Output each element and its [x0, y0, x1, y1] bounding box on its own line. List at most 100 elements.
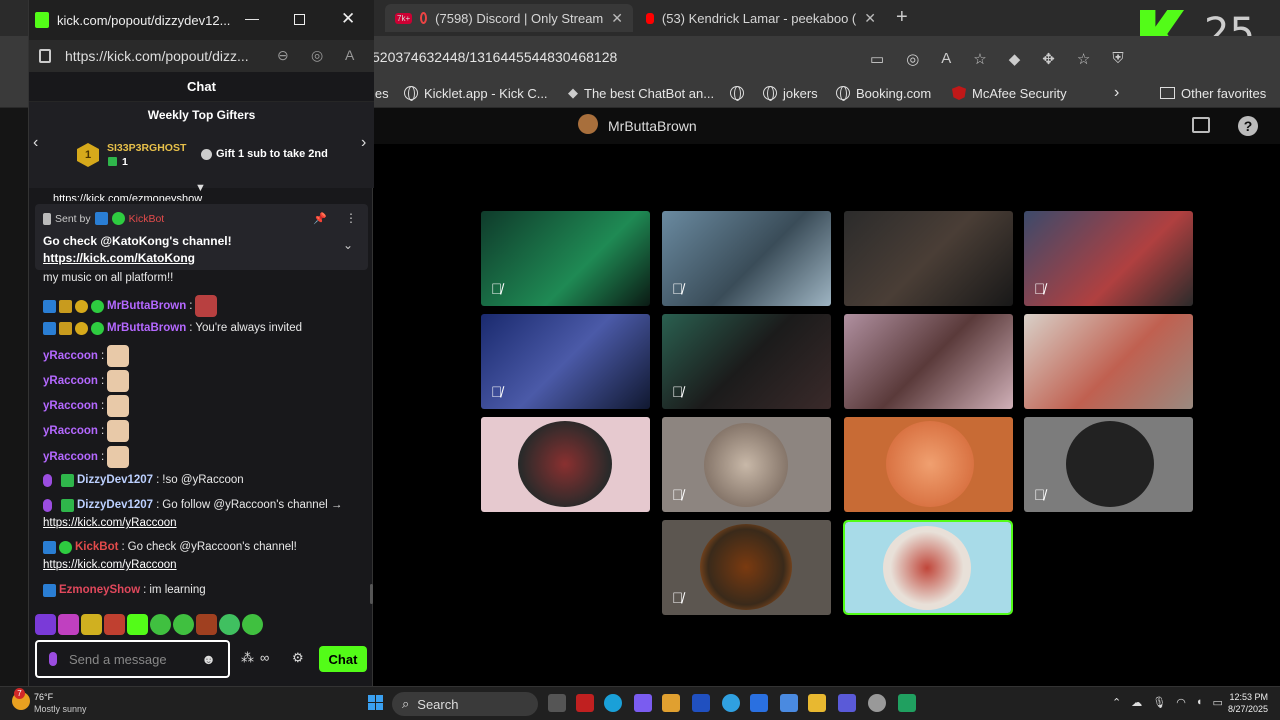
fav-item[interactable]: les	[372, 83, 389, 103]
read-aloud-icon[interactable]: A	[345, 47, 354, 63]
emote[interactable]	[173, 614, 194, 635]
extension-icon[interactable]: ◆	[1009, 50, 1021, 68]
message-link[interactable]: https://kick.com/yRaccoon	[43, 515, 177, 531]
video-tile[interactable]	[844, 417, 1013, 512]
app-icon[interactable]	[722, 694, 740, 712]
video-tile[interactable]	[844, 314, 1013, 409]
chat-username[interactable]: yRaccoon	[43, 449, 98, 465]
emote[interactable]	[81, 614, 102, 635]
tracking-icon[interactable]: ◎	[906, 50, 919, 68]
chat-username[interactable]: EzmoneyShow	[59, 582, 140, 598]
fav-mcafee[interactable]: McAfee Security	[952, 83, 1067, 103]
chevron-up-icon[interactable]: ⌃	[1112, 696, 1121, 709]
emote[interactable]	[35, 614, 56, 635]
emote[interactable]	[219, 614, 240, 635]
gear-icon[interactable]: ⚙	[292, 650, 304, 666]
read-aloud-icon[interactable]: A	[941, 50, 951, 68]
store-icon[interactable]	[780, 694, 798, 712]
cloud-icon[interactable]: ☁	[1131, 696, 1142, 709]
fav-booking[interactable]: Booking.com	[836, 83, 931, 103]
mic-icon[interactable]	[49, 652, 57, 666]
edge-icon[interactable]	[604, 694, 622, 712]
app-icon[interactable]	[662, 694, 680, 712]
fav-kicklet[interactable]: Kicklet.app - Kick C...	[404, 83, 548, 103]
close-icon[interactable]: ✕	[341, 9, 355, 29]
message-link[interactable]: https://kick.com/yRaccoon	[43, 557, 177, 573]
gifter-name[interactable]: SI33P3RGHOST	[107, 142, 186, 154]
emote[interactable]	[104, 614, 125, 635]
chat-username[interactable]: MrButtaBrown	[107, 320, 186, 336]
favorites-icon[interactable]: ☆	[1077, 50, 1090, 68]
copilot-icon[interactable]	[634, 694, 652, 712]
video-tile[interactable]	[1024, 314, 1193, 409]
video-tile[interactable]: 🎙̸	[1024, 211, 1193, 306]
chevron-down-icon[interactable]: ⌄	[343, 238, 353, 252]
emote[interactable]	[196, 614, 217, 635]
video-tile[interactable]: 🎙̸	[1024, 417, 1193, 512]
emote[interactable]	[150, 614, 171, 635]
chat-input[interactable]: Send a message ☻	[35, 640, 230, 678]
shield-icon[interactable]: ⛨	[1112, 50, 1123, 68]
start-icon[interactable]	[368, 695, 383, 710]
clock-time[interactable]: 12:53 PM	[1222, 692, 1268, 702]
app-icon[interactable]	[692, 694, 710, 712]
new-tab-icon[interactable]: +	[896, 6, 908, 29]
video-tile[interactable]: 🎙̸	[662, 520, 831, 615]
mic-icon[interactable]: 🎙	[1152, 696, 1166, 709]
close-icon[interactable]: ✕	[611, 10, 623, 27]
close-icon[interactable]: ✕	[864, 10, 876, 27]
tracking-icon[interactable]: ◎	[311, 47, 323, 64]
popout-url[interactable]: https://kick.com/popout/dizz...	[65, 48, 249, 64]
fav-globe[interactable]	[730, 83, 744, 103]
chat-scrollbar[interactable]	[370, 584, 373, 604]
taskbar-search[interactable]: ⌕ Search	[392, 692, 538, 716]
video-tile-speaking[interactable]	[843, 520, 1013, 615]
app-icon[interactable]	[898, 694, 916, 712]
fav-jokers[interactable]: jokers	[763, 83, 818, 103]
chat-username[interactable]: yRaccoon	[43, 373, 98, 389]
chat-username[interactable]: DizzyDev1207	[77, 497, 153, 513]
chat-username[interactable]: MrButtaBrown	[107, 298, 186, 314]
gift-cta[interactable]: Gift 1 sub to take 2nd	[216, 148, 328, 160]
pinned-link[interactable]: https://kick.com/KatoKong	[43, 251, 195, 265]
more-icon[interactable]: ⋮	[345, 211, 357, 225]
video-tile[interactable]	[481, 417, 650, 512]
tab-youtube[interactable]: (53) Kendrick Lamar - peekaboo ( ✕	[636, 4, 886, 32]
screen-share-icon[interactable]	[1192, 117, 1210, 133]
maximize-icon[interactable]	[294, 14, 305, 25]
teams-icon[interactable]	[838, 694, 856, 712]
camera-icon[interactable]: ▭	[870, 50, 884, 68]
video-tile[interactable]: 🎙̸	[662, 417, 831, 512]
task-view-icon[interactable]	[548, 694, 566, 712]
pinned-author[interactable]: KickBot	[129, 213, 165, 225]
chevron-right-icon[interactable]: ›	[361, 134, 366, 152]
settings-icon[interactable]	[868, 694, 886, 712]
volume-icon[interactable]: ◖	[1196, 696, 1203, 709]
video-tile[interactable]: 🎙̸	[481, 211, 650, 306]
video-tile[interactable]: 🎙̸	[662, 211, 831, 306]
fav-other[interactable]: Other favorites	[1160, 83, 1266, 103]
infinity-icon[interactable]: ∞	[260, 650, 269, 666]
star-icon[interactable]: ☆	[973, 50, 986, 68]
folder-icon[interactable]	[808, 694, 826, 712]
clock-date[interactable]: 8/27/2025	[1222, 704, 1268, 714]
zoom-icon[interactable]	[750, 694, 768, 712]
address-url[interactable]: 520374632448/1316445544830468128	[372, 46, 617, 68]
video-tile[interactable]	[844, 211, 1013, 306]
cut-off-link[interactable]: https://kick.com/ezmoneyshow	[53, 189, 253, 201]
points-icon[interactable]: ⁂	[241, 650, 254, 666]
wifi-icon[interactable]: ◠	[1176, 696, 1186, 709]
chat-username[interactable]: yRaccoon	[43, 348, 98, 364]
chat-username[interactable]: yRaccoon	[43, 398, 98, 414]
minimize-icon[interactable]: —	[245, 10, 259, 26]
chat-username[interactable]: KickBot	[75, 539, 118, 555]
puzzle-icon[interactable]: ✥	[1042, 50, 1055, 68]
fav-chatbot[interactable]: ◆ The best ChatBot an...	[568, 83, 714, 103]
video-tile[interactable]: 🎙̸	[481, 314, 650, 409]
chat-username[interactable]: DizzyDev1207	[77, 472, 153, 488]
emote[interactable]	[58, 614, 79, 635]
emote[interactable]	[242, 614, 263, 635]
pin-icon[interactable]: 📌	[313, 212, 327, 225]
emoji-icon[interactable]: ☻	[201, 651, 216, 667]
chevron-right-icon[interactable]: ›	[1114, 83, 1119, 103]
